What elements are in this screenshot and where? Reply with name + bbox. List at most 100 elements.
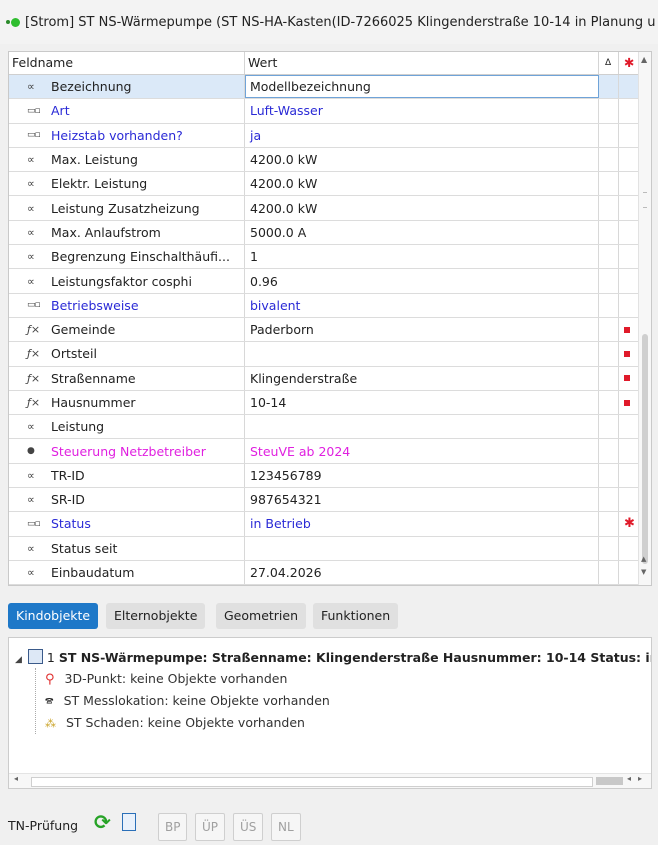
column-header-wert[interactable]: Wert	[245, 52, 599, 74]
column-header-delta[interactable]: Δ	[599, 52, 619, 74]
field-name-cell[interactable]: ƒ× Hausnummer	[9, 390, 245, 415]
horizontal-scroll-track[interactable]	[31, 777, 593, 787]
grid-row[interactable]: ∝ Bezeichnung Modellbezeichnung	[9, 75, 639, 100]
field-name-cell[interactable]: ∝ Leistungsfaktor cosphi	[9, 269, 245, 293]
field-name-cell[interactable]: ▭▫ Heizstab vorhanden?	[9, 123, 245, 147]
tree-root-node[interactable]: ◢ 1 ST NS-Wärmepumpe: Straßenname: Kling…	[15, 647, 651, 669]
field-name-cell[interactable]: ƒ× Gemeinde	[9, 317, 245, 342]
field-name-cell[interactable]: ∝ Einbaudatum	[9, 560, 245, 585]
grid-row[interactable]: ∝ Max. Leistung 4200.0 kW	[9, 147, 639, 173]
vertical-scroll-thumb[interactable]	[642, 334, 648, 564]
field-name-cell[interactable]: ∝ Leistung Zusatzheizung	[9, 196, 245, 220]
grid-row[interactable]: ● Steuerung Netzbetreiber SteuVE ab 2024	[9, 439, 639, 464]
field-value-cell[interactable]: 10-14	[245, 390, 599, 415]
field-value: ja	[250, 127, 262, 143]
grid-row[interactable]: ƒ× Ortsteil	[9, 342, 639, 367]
field-value-cell[interactable]: 0.96	[245, 269, 599, 293]
field-value-cell[interactable]: Modellbezeichnung	[245, 75, 599, 99]
field-value-cell[interactable]: 27.04.2026	[245, 560, 599, 585]
field-name-cell[interactable]: ƒ× Ortsteil	[9, 342, 245, 366]
delta-cell	[599, 123, 619, 147]
field-value-cell[interactable]: SteuVE ab 2024	[245, 439, 599, 463]
grid-row[interactable]: ▭▫ Heizstab vorhanden? ja	[9, 123, 639, 148]
field-name-cell[interactable]: ∝ Status seit	[9, 536, 245, 560]
column-header-feldname[interactable]: Feldname	[9, 52, 245, 74]
us-button[interactable]: ÜS	[233, 813, 264, 841]
grid-row[interactable]: ∝ SR-ID 987654321	[9, 488, 639, 513]
grid-row[interactable]: ∝ TR-ID 123456789	[9, 463, 639, 489]
field-value-cell[interactable]: 5000.0 A	[245, 220, 599, 245]
field-value-cell[interactable]: 1	[245, 245, 599, 269]
child-objects-tree: ◢ 1 ST NS-Wärmepumpe: Straßenname: Kling…	[8, 637, 652, 789]
field-value-cell[interactable]: ja	[245, 123, 599, 147]
horizontal-scroll-thumb[interactable]	[596, 777, 623, 785]
field-name-cell[interactable]: ƒ× Straßenname	[9, 366, 245, 390]
refresh-icon[interactable]: ⟳	[94, 810, 111, 834]
grid-row[interactable]: ∝ Einbaudatum 27.04.2026	[9, 560, 639, 585]
field-name-cell[interactable]: ∝ Leistung	[9, 415, 245, 439]
field-value-cell[interactable]: 987654321	[245, 488, 599, 512]
field-value-cell[interactable]: Klingenderstraße	[245, 366, 599, 390]
scroll-left-icon[interactable]: ◂	[14, 774, 18, 783]
horizontal-scrollbar[interactable]: ◂ ◂ ▸	[9, 773, 651, 788]
grid-row[interactable]: ∝ Elektr. Leistung 4200.0 kW	[9, 172, 639, 197]
collapse-triangle-icon[interactable]: ◢	[15, 655, 22, 665]
field-name-cell[interactable]: ▭▫ Status	[9, 512, 245, 536]
grid-row[interactable]: ∝ Leistungsfaktor cosphi 0.96	[9, 269, 639, 294]
field-value-cell[interactable]: Luft-Wasser	[245, 99, 599, 123]
tree-child-schaden[interactable]: ⁂ ST Schaden: keine Objekte vorhanden	[45, 712, 305, 734]
field-value-cell[interactable]: in Betrieb	[245, 512, 599, 536]
tab-geometrien[interactable]: Geometrien	[216, 603, 307, 629]
grid-row[interactable]: ∝ Max. Anlaufstrom 5000.0 A	[9, 220, 639, 246]
field-value-cell[interactable]: bivalent	[245, 293, 599, 317]
field-value-cell[interactable]: Paderborn	[245, 317, 599, 342]
field-name-cell[interactable]: ▭▫ Art	[9, 99, 245, 123]
up-button[interactable]: ÜP	[195, 813, 226, 841]
field-name-cell[interactable]: ∝ Elektr. Leistung	[9, 172, 245, 196]
field-name-cell[interactable]: ▭▫ Betriebsweise	[9, 293, 245, 317]
field-name: Bezeichnung	[51, 79, 132, 95]
scroll-right-icon[interactable]: ▸	[638, 774, 642, 783]
tab-funktionen[interactable]: Funktionen	[313, 603, 399, 629]
column-header-required[interactable]: ✱	[619, 52, 639, 74]
field-name-cell[interactable]: ● Steuerung Netzbetreiber	[9, 439, 245, 463]
field-value-cell[interactable]	[245, 415, 599, 439]
scroll-left-small-icon[interactable]: ◂	[627, 774, 631, 783]
scroll-down-icon[interactable]: ▼	[641, 568, 646, 576]
tree-child-messlokation[interactable]: 🕿 ST Messlokation: keine Objekte vorhand…	[45, 690, 330, 712]
required-cell	[619, 342, 639, 366]
grid-row[interactable]: ƒ× Straßenname Klingenderstraße	[9, 366, 639, 391]
field-name-cell[interactable]: ∝ TR-ID	[9, 463, 245, 488]
nl-button[interactable]: NL	[271, 813, 301, 841]
tab-elternobjekte[interactable]: Elternobjekte	[106, 603, 206, 629]
grid-row[interactable]: ▭▫ Betriebsweise bivalent	[9, 293, 639, 318]
field-value-cell[interactable]	[245, 342, 599, 366]
field-value-cell[interactable]: 4200.0 kW	[245, 172, 599, 196]
grid-row[interactable]: ▭▫ Status in Betrieb ✱	[9, 512, 639, 537]
vertical-scrollbar[interactable]: ▲ ▲ ▼	[638, 52, 651, 585]
grid-row[interactable]: ƒ× Hausnummer 10-14	[9, 390, 639, 416]
grid-row[interactable]: ∝ Leistung	[9, 415, 639, 440]
scroll-up-small-icon[interactable]: ▲	[641, 555, 646, 563]
field-name-cell[interactable]: ∝ Max. Leistung	[9, 147, 245, 172]
field-name-cell[interactable]: ∝ Max. Anlaufstrom	[9, 220, 245, 245]
tree-child-3d-punkt[interactable]: ⚲ 3D-Punkt: keine Objekte vorhanden	[45, 668, 287, 690]
tab-kindobjekte[interactable]: Kindobjekte	[8, 603, 99, 629]
required-cell	[619, 269, 639, 293]
grid-row[interactable]: ▭▫ Art Luft-Wasser	[9, 99, 639, 124]
field-value-cell[interactable]: 4200.0 kW	[245, 147, 599, 172]
scroll-up-icon[interactable]: ▲	[641, 55, 647, 64]
document-icon[interactable]	[122, 813, 136, 831]
field-name-cell[interactable]: ∝ SR-ID	[9, 488, 245, 512]
field-value-cell[interactable]	[245, 536, 599, 560]
field-value-cell[interactable]: 123456789	[245, 463, 599, 488]
grid-row[interactable]: ∝ Status seit	[9, 536, 639, 561]
grid-row[interactable]: ƒ× Gemeinde Paderborn	[9, 317, 639, 343]
field-name-cell[interactable]: ∝ Begrenzung Einschalthäufi...	[9, 245, 245, 269]
field-value-cell[interactable]: 4200.0 kW	[245, 196, 599, 220]
grid-row[interactable]: ∝ Leistung Zusatzheizung 4200.0 kW	[9, 196, 639, 221]
bp-button[interactable]: BP	[158, 813, 188, 841]
alpha-icon: ∝	[27, 420, 35, 434]
grid-row[interactable]: ∝ Begrenzung Einschalthäufi... 1	[9, 245, 639, 270]
field-name-cell[interactable]: ∝ Bezeichnung	[9, 75, 245, 99]
